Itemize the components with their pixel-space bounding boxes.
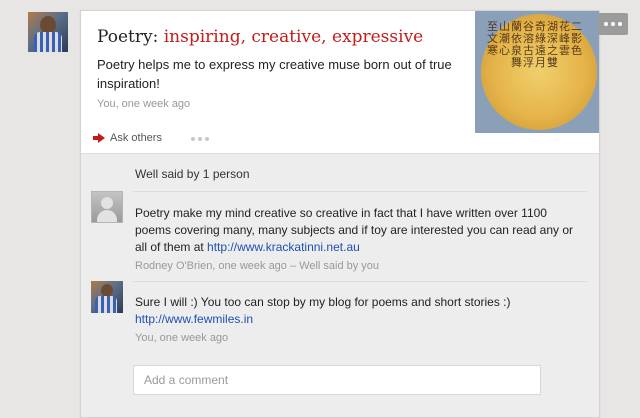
calligraphy-glyphs: 至山蘭谷奇湖花二文潮依溶綠深峰影寒心泉古遠之雲色舞浮月雙	[487, 20, 583, 69]
well-said-count[interactable]: Well said by 1 person	[135, 167, 250, 181]
red-arrow-icon	[93, 133, 105, 143]
divider	[133, 281, 587, 282]
comment-link[interactable]: http://www.fewmiles.in	[135, 312, 253, 326]
comment-link[interactable]: http://www.krackatinni.net.au	[207, 240, 360, 254]
comment-meta: You, one week ago	[135, 332, 229, 344]
comment-meta: Rodney O'Brien, one week ago – Well said…	[135, 260, 380, 272]
post-timestamp[interactable]: You, one week ago	[97, 98, 190, 110]
add-comment-input[interactable]	[133, 365, 541, 395]
post-body: Poetry helps me to express my creative m…	[97, 57, 452, 91]
commenter-avatar[interactable]	[91, 191, 123, 223]
post-image[interactable]: 至山蘭谷奇湖花二文潮依溶綠深峰影寒心泉古遠之雲色舞浮月雙	[475, 11, 599, 133]
post-title: Poetry: inspiring, creative, expressive	[97, 27, 423, 47]
ask-others-label: Ask others	[110, 132, 162, 144]
post-title-plain: Poetry:	[97, 27, 159, 47]
comment-body: Sure I will :) You too can stop by my bl…	[135, 295, 511, 309]
post-card: Poetry: inspiring, creative, expressive …	[80, 10, 628, 418]
post-title-accent: inspiring, creative, expressive	[163, 27, 424, 47]
post-options-dots[interactable]	[191, 137, 209, 141]
comment-text: Poetry make my mind creative so creative…	[135, 205, 575, 256]
post: Poetry: inspiring, creative, expressive …	[81, 11, 599, 154]
author-avatar[interactable]	[28, 12, 68, 52]
commenter-avatar[interactable]	[91, 281, 123, 313]
ask-others-button[interactable]: Ask others	[93, 132, 162, 144]
comment-text: Sure I will :) You too can stop by my bl…	[135, 294, 575, 328]
divider	[133, 191, 587, 192]
more-options-button[interactable]	[598, 13, 628, 35]
